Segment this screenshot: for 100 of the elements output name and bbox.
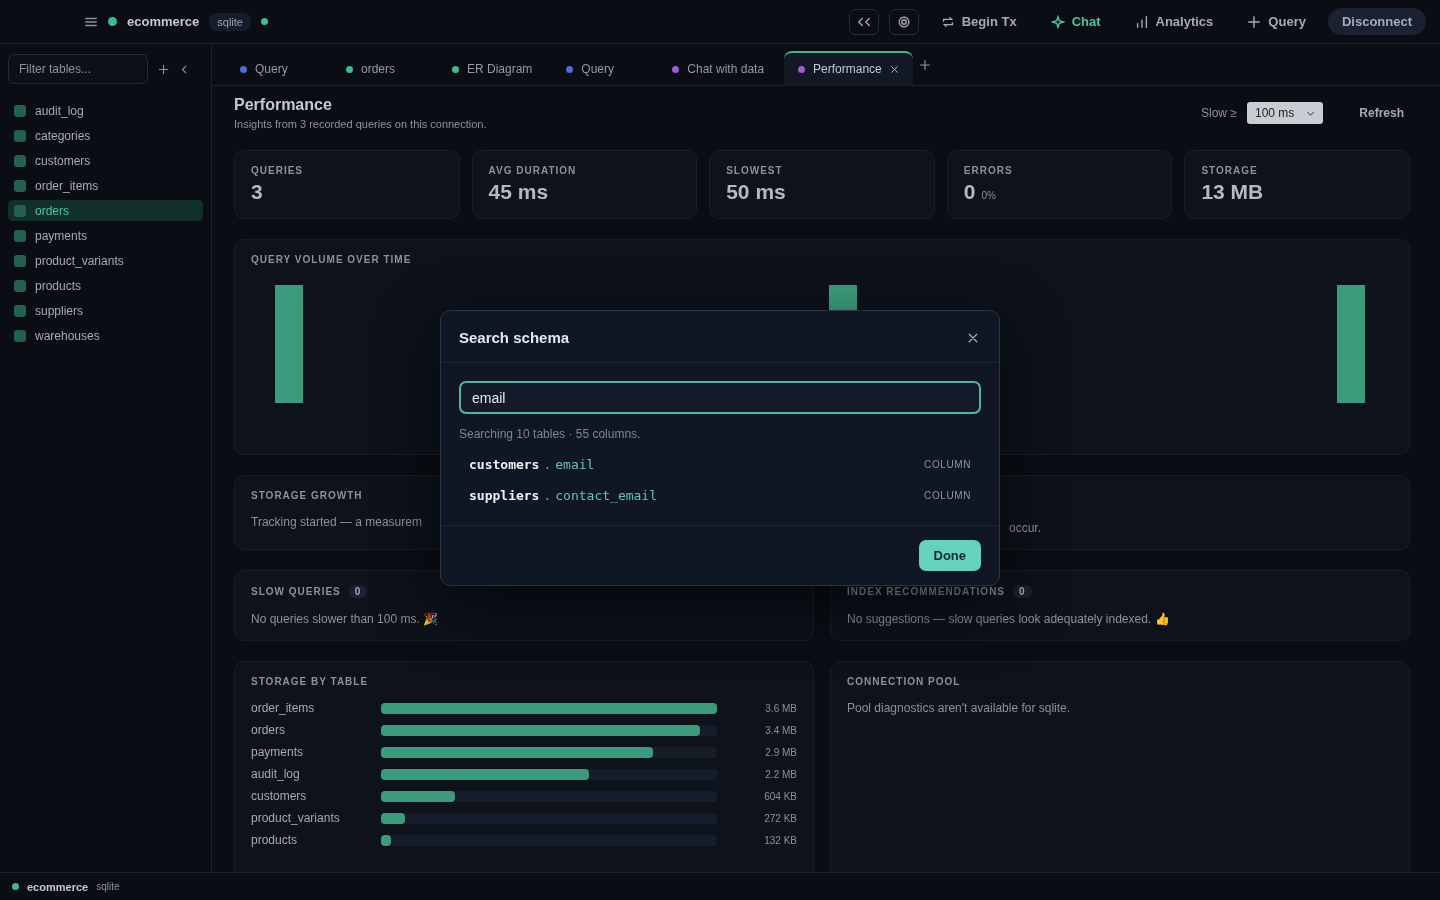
toolbar-button[interactable]: Begin Tx bbox=[928, 9, 1029, 34]
refresh-button[interactable]: Refresh bbox=[1353, 105, 1410, 121]
table-name: product_variants bbox=[251, 811, 341, 825]
loop-icon bbox=[940, 14, 955, 29]
stat-label: SLOWEST bbox=[726, 165, 783, 176]
tab[interactable]: Performance bbox=[784, 51, 913, 85]
table-icon bbox=[14, 329, 26, 342]
tab[interactable]: ER Diagram bbox=[438, 51, 547, 85]
stat-label: AVG DURATION bbox=[488, 165, 577, 176]
page-subtitle: Insights from 3 recorded queries on this connection. bbox=[234, 118, 488, 130]
table-icon bbox=[14, 229, 26, 242]
stat-value: 3 bbox=[251, 180, 263, 204]
bar-chart-icon bbox=[1134, 14, 1149, 29]
filter-field[interactable]: Filter tables... bbox=[8, 54, 148, 84]
slow-label: Slow ≥ bbox=[1201, 106, 1237, 120]
table-name: audit_log bbox=[251, 767, 301, 781]
table-item[interactable]: product_variants bbox=[8, 250, 203, 271]
table-icon bbox=[14, 304, 26, 317]
toolbar-button[interactable]: Query bbox=[1235, 9, 1318, 34]
close-icon bbox=[967, 331, 979, 344]
table-item[interactable]: payments bbox=[8, 225, 203, 246]
tab[interactable]: Query bbox=[552, 51, 653, 85]
done-button[interactable]: Done bbox=[918, 540, 981, 571]
panel-text: Tracking started — a measurem bbox=[251, 515, 423, 529]
status-dot bbox=[260, 18, 268, 25]
table-item[interactable]: orders bbox=[8, 200, 203, 221]
table-name: products bbox=[251, 833, 299, 847]
panel-title: QUERY VOLUME OVER TIME bbox=[251, 254, 412, 265]
collapse-button[interactable] bbox=[848, 8, 879, 35]
table-icon bbox=[14, 204, 26, 217]
table-item[interactable]: categories bbox=[8, 125, 203, 146]
table-icon bbox=[14, 104, 26, 117]
add-button[interactable] bbox=[158, 63, 169, 75]
toolbar-button[interactable]: Chat bbox=[1038, 9, 1113, 34]
plus-icon bbox=[158, 63, 169, 75]
panel-title: SLOW QUERIES bbox=[251, 586, 341, 597]
size-value: 2.2 MB bbox=[764, 768, 797, 780]
table-icon bbox=[14, 154, 26, 167]
panel-title: STORAGE GROWTH bbox=[251, 490, 363, 501]
panel-title: STORAGE BY TABLE bbox=[251, 676, 369, 687]
tab[interactable]: orders bbox=[332, 51, 432, 85]
dialog-title: Search schema bbox=[459, 329, 570, 346]
sparkle-icon bbox=[1050, 14, 1065, 29]
table-item[interactable]: products bbox=[8, 275, 203, 296]
settings-icon bbox=[896, 14, 911, 29]
stat-value: 0 bbox=[963, 180, 976, 204]
size-value: 132 KB bbox=[763, 834, 797, 846]
size-value: 604 KB bbox=[763, 790, 797, 802]
panel-title: INDEX RECOMMENDATIONS bbox=[847, 586, 1006, 597]
table-name: payments bbox=[251, 745, 305, 759]
stat-note: 0% bbox=[981, 190, 996, 201]
size-value: 3.4 MB bbox=[764, 724, 797, 736]
toolbar-button[interactable]: Analytics bbox=[1122, 9, 1226, 34]
panel-text: No suggestions — slow queries look adequately indexed. 👍 bbox=[847, 612, 1171, 626]
result-item[interactable]: customers . email COLUMN bbox=[459, 449, 981, 480]
status-dot bbox=[108, 17, 117, 26]
panel-text: No queries slower than 100 ms. 🎉 bbox=[251, 612, 440, 626]
result-item[interactable]: suppliers . contact_email COLUMN bbox=[459, 480, 981, 511]
stat-label: STORAGE bbox=[1201, 165, 1258, 176]
connection-name: ecommerce bbox=[27, 880, 89, 893]
table-icon bbox=[14, 179, 26, 192]
table-name: customers bbox=[251, 789, 308, 803]
size-value: 3.6 MB bbox=[764, 702, 797, 714]
plus-icon bbox=[918, 58, 931, 71]
table-icon bbox=[14, 129, 26, 142]
stat-value: 13 MB bbox=[1201, 180, 1264, 204]
table-icon bbox=[14, 254, 26, 267]
close-icon bbox=[889, 64, 899, 74]
plus-icon bbox=[1247, 14, 1262, 29]
table-item[interactable]: suppliers bbox=[8, 300, 203, 321]
stat-value: 45 ms bbox=[488, 180, 549, 204]
settings-button[interactable] bbox=[888, 8, 919, 35]
search-field[interactable]: email bbox=[459, 381, 981, 414]
size-value: 2.9 MB bbox=[764, 746, 797, 758]
table-item[interactable]: customers bbox=[8, 150, 203, 171]
table-name: orders bbox=[251, 723, 286, 737]
new-tab-button[interactable] bbox=[918, 58, 931, 71]
count-badge: 0 bbox=[1013, 585, 1032, 598]
search-summary: Searching 10 tables · 55 columns. bbox=[459, 427, 642, 441]
panel-title: CONNECTION POOL bbox=[847, 676, 961, 687]
panel-text: occur. bbox=[1008, 521, 1042, 535]
size-value: 272 KB bbox=[763, 812, 797, 824]
stat-value: 50 ms bbox=[726, 180, 786, 204]
table-icon bbox=[14, 279, 26, 292]
panel-text: Pool diagnostics aren't available for sqlite. bbox=[847, 701, 1072, 715]
stat-label: QUERIES bbox=[251, 165, 303, 176]
engine-label: sqlite bbox=[96, 881, 120, 892]
table-item[interactable]: audit_log bbox=[8, 100, 203, 121]
page-title: Performance bbox=[234, 96, 333, 114]
disconnect-button[interactable]: Disconnect bbox=[1327, 8, 1426, 35]
tab[interactable]: Chat with data bbox=[658, 51, 779, 85]
stat-label: ERRORS bbox=[963, 165, 1013, 176]
threshold-select[interactable]: 100 ms bbox=[1246, 102, 1324, 124]
engine-badge: sqlite bbox=[209, 12, 251, 31]
table-item[interactable]: order_items bbox=[8, 175, 203, 196]
table-item[interactable]: warehouses bbox=[8, 325, 203, 346]
count-badge: 0 bbox=[348, 585, 368, 598]
table-name: order_items bbox=[251, 701, 316, 715]
tab[interactable]: Query bbox=[226, 51, 326, 85]
connection-name: ecommerce bbox=[127, 14, 200, 29]
